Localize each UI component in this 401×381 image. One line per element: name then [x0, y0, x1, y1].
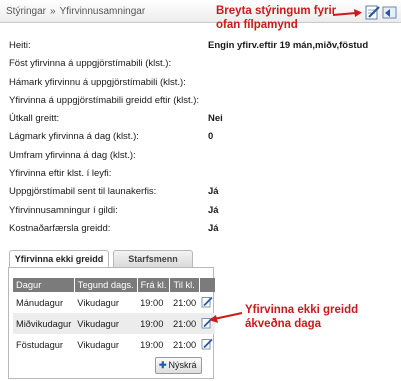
column-header-til[interactable]: Til kl.	[169, 278, 200, 292]
field-label: Útkall greitt:	[9, 113, 60, 125]
new-entry-label: Nýskrá	[168, 360, 197, 370]
field-value: Já	[208, 222, 219, 234]
cell-dagur: Mánudagur	[16, 297, 64, 308]
page-header: Stýringar » Yfirvinnusamningar	[0, 0, 401, 23]
field-label: Kostnaðarfærsla greidd:	[9, 222, 111, 234]
cell-dagur: Miðvikudagur	[13, 313, 75, 334]
back-icon[interactable]	[382, 6, 397, 19]
field-fost-yfirvinna: Föst yfirvinna á uppgjörstímabili (klst.…	[9, 58, 399, 76]
field-lagmark-yfirvinna: Lágmark yfirvinna á dag (klst.): 0	[9, 131, 399, 149]
cell-fra: 19:00	[140, 297, 164, 308]
field-label: Yfirvinnusamningur í gildi:	[9, 204, 118, 216]
field-value: Já	[208, 186, 219, 198]
edit-icon[interactable]	[201, 317, 213, 329]
field-umfram-yfirvinna: Umfram yfirvinna á dag (klst.):	[9, 150, 399, 168]
breadcrumb-item-styringar[interactable]: Stýringar	[6, 6, 46, 17]
field-value: Engin yfirv.eftir 19 mán,miðv,föstud	[208, 40, 369, 51]
annotation-top-line1: Breyta stýringum fyrir	[216, 5, 337, 17]
field-label: Yfirvinna eftir klst. í leyfi:	[9, 168, 112, 180]
table-header-row: Dagur Tegund dags. Frá kl. Til kl.	[13, 278, 216, 292]
field-label: Yfirvinna á uppgjörstímabili greidd efti…	[9, 94, 200, 106]
cell-dagur: Föstudagur	[16, 339, 64, 350]
header-icons	[363, 3, 399, 21]
edit-icon[interactable]	[201, 296, 213, 308]
field-samningur-i-gildi: Yfirvinnusamningur í gildi: Já	[9, 205, 399, 223]
cell-til: 21:00	[172, 339, 197, 350]
field-label: Heiti:	[9, 40, 31, 51]
cell-fra: 19:00	[140, 339, 164, 350]
edit-icon[interactable]	[365, 5, 380, 20]
column-header-dagur[interactable]: Dagur	[13, 278, 75, 292]
cell-tegund: Vikudagur	[74, 313, 138, 334]
field-label: Hámark yfirvinnu á uppgjörstímabili (kls…	[9, 76, 186, 88]
field-label: Umfram yfirvinna á dag (klst.):	[9, 149, 136, 161]
tab-starfsmenn[interactable]: Starfsmenn	[113, 250, 193, 267]
annotation-top: Breyta stýringum fyrir ofan fílpamynd	[216, 4, 336, 32]
field-label: Uppgjörstímabil sent til launakerfis:	[9, 186, 157, 198]
breadcrumb-item-yfirvinnusamningar: Yfirvinnusamningar	[59, 6, 146, 17]
column-header-fra[interactable]: Frá kl.	[137, 278, 171, 292]
field-value: Já	[208, 204, 219, 216]
annotation-bottom: Yfirvinna ekki greidd ákveðna daga	[245, 303, 358, 331]
column-header-actions	[199, 278, 216, 292]
table-row[interactable]: Miðvikudagur Vikudagur 19:00 21:00	[13, 313, 216, 334]
plus-icon: ✚	[159, 360, 167, 370]
field-yfirvinna-leyfi: Yfirvinna eftir klst. í leyfi:	[9, 168, 399, 186]
table-row[interactable]: Föstudagur Vikudagur 19:00 21:00	[13, 334, 215, 355]
annotation-bottom-line2: ákveðna daga	[245, 318, 322, 330]
annotation-bottom-line1: Yfirvinna ekki greidd	[245, 304, 359, 316]
field-value: 0	[208, 131, 214, 143]
annotation-top-line2: ofan fílpamynd	[216, 19, 298, 31]
field-label: Föst yfirvinna á uppgjörstímabili (klst.…	[9, 58, 172, 70]
field-greidd-eftir: Yfirvinna á uppgjörstímabili greidd efti…	[9, 95, 399, 113]
tab-panel: Dagur Tegund dags. Frá kl. Til kl. Mánud…	[8, 267, 216, 379]
table-row[interactable]: Mánudagur Vikudagur 19:00 21:00	[13, 292, 215, 313]
field-kostnadarfaersla: Kostnaðarfærsla greidd: Já	[9, 223, 399, 241]
field-utkall-greitt: Útkall greitt: Nei	[9, 113, 399, 131]
contract-details: Heiti: Engin yfirv.eftir 19 mán,miðv,fös…	[9, 40, 399, 241]
field-uppgjorstimabil-sent: Uppgjörstímabil sent til launakerfis: Já	[9, 186, 399, 204]
field-heiti: Heiti: Engin yfirv.eftir 19 mán,miðv,fös…	[9, 40, 399, 58]
field-label: Lágmark yfirvinna á dag (klst.):	[9, 131, 139, 143]
days-table: Dagur Tegund dags. Frá kl. Til kl. Mánud…	[13, 278, 216, 355]
edit-icon[interactable]	[201, 338, 213, 350]
cell-fra: 19:00	[137, 313, 170, 334]
cell-til: 21:00	[169, 313, 200, 334]
new-entry-button[interactable]: ✚ Nýskrá	[155, 357, 202, 374]
field-value: Nei	[208, 113, 223, 125]
cell-tegund: Vikudagur	[77, 339, 119, 350]
cell-til: 21:00	[172, 297, 197, 308]
tab-yfirvinna-ekki-greidd[interactable]: Yfirvinna ekki greidd	[9, 250, 109, 267]
cell-tegund: Vikudagur	[77, 297, 119, 308]
column-header-tegund[interactable]: Tegund dags.	[74, 278, 138, 292]
breadcrumb-separator: »	[50, 6, 56, 17]
breadcrumb: Stýringar » Yfirvinnusamningar	[6, 6, 145, 17]
field-hamark-yfirvinnu: Hámark yfirvinnu á uppgjörstímabili (kls…	[9, 77, 399, 95]
